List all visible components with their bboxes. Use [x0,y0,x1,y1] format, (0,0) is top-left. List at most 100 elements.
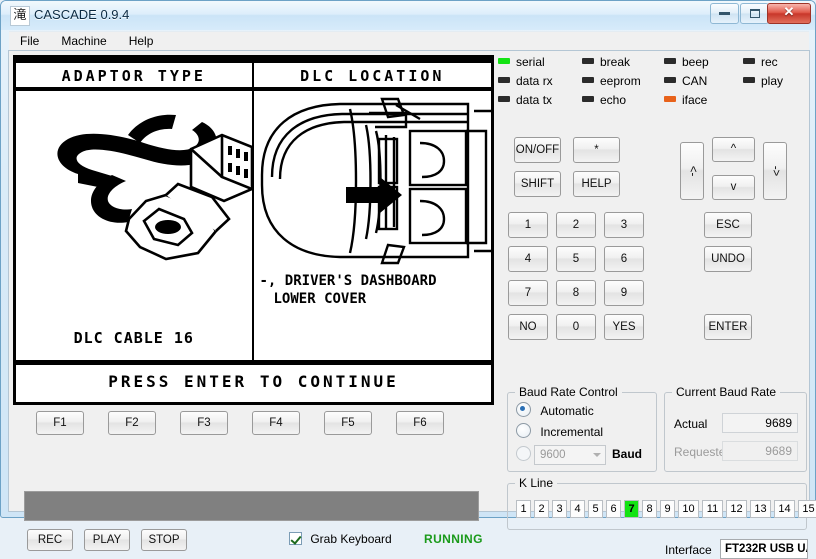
key-4[interactable]: 4 [508,246,548,272]
menu-item-file[interactable]: File [9,32,50,50]
k-line-cell-15[interactable]: 15 [798,500,816,518]
led-eeprom: eeprom [582,74,641,88]
f5-button[interactable]: F5 [324,411,372,435]
key-6[interactable]: 6 [604,246,644,272]
key-0[interactable]: 0 [556,314,596,340]
grab-keyboard-checkbox[interactable]: Grab Keyboard [289,532,392,546]
key-5[interactable]: 5 [556,246,596,272]
f1-button[interactable]: F1 [36,411,84,435]
lcd-panel-dlc-location: DLC LOCATION -, DRIVER'S DASHBOARD LOWER… [253,58,491,402]
grab-keyboard-checkbox-box[interactable] [289,532,302,545]
car-interior-diagram-svg [260,97,491,265]
f3-button[interactable]: F3 [180,411,228,435]
yes-button[interactable]: YES [604,314,644,340]
led-rec: rec [743,55,778,69]
k-line-legend: K Line [515,476,558,490]
arrow-down-button[interactable]: v [712,175,755,200]
led-beep: beep [664,55,709,69]
dlc-location-line1: -, DRIVER'S DASHBOARD [259,273,437,289]
menu-item-machine[interactable]: Machine [50,32,117,50]
led-play-label: play [761,74,784,88]
led-break-indicator [582,58,594,64]
led-data-tx-label: data tx [516,93,553,107]
k-line-cell-2[interactable]: 2 [534,500,549,518]
k-line-cell-9[interactable]: 9 [660,500,675,518]
led-data-rx-indicator [498,77,510,83]
actual-label: Actual [674,417,708,431]
baud-rate-select[interactable]: 9600 [534,445,606,465]
radio-incremental[interactable]: Incremental [516,423,603,439]
radio-incremental-dot[interactable] [516,423,531,438]
client-area: ADAPTOR TYPE DLC CABLE 16 DLC LOCATION -… [8,50,816,559]
radio-manual-dot[interactable] [516,446,531,461]
enter-button[interactable]: ENTER [704,314,752,340]
key-9[interactable]: 9 [604,280,644,306]
k-line-cell-1[interactable]: 1 [516,500,531,518]
arrow-left-label: <- [685,165,698,177]
k-line-cell-7[interactable]: 7 [624,500,639,518]
k-line-cell-6[interactable]: 6 [606,500,621,518]
led-eeprom-indicator [582,77,594,83]
title-bar: 滝 CASCADE 0.9.4 ✕ [1,1,815,30]
k-line-cell-10[interactable]: 10 [678,500,699,518]
key-2[interactable]: 2 [556,212,596,238]
led-iface: iface [664,93,707,107]
menu-bar: File Machine Help [9,31,809,51]
stop-button[interactable]: STOP [141,529,187,551]
shift-button[interactable]: SHIFT [514,171,561,197]
lcd-panel-adaptor-type: ADAPTOR TYPE DLC CABLE 16 [16,58,254,402]
key-7[interactable]: 7 [508,280,548,306]
arrow-right-label: -> [768,165,781,177]
interface-value: FT232R USB UART [720,539,808,559]
led-play-indicator [743,77,755,83]
radio-automatic-dot[interactable] [516,402,531,417]
k-line-cell-11[interactable]: 11 [702,500,723,518]
rec-button[interactable]: REC [27,529,73,551]
close-button[interactable]: ✕ [767,3,811,24]
minimize-icon [711,9,738,19]
chevron-down-icon [593,453,601,457]
f2-button[interactable]: F2 [108,411,156,435]
k-line-cell-3[interactable]: 3 [552,500,567,518]
led-rec-indicator [743,58,755,64]
maximize-button[interactable] [740,3,769,24]
esc-button[interactable]: ESC [704,212,752,238]
key-8[interactable]: 8 [556,280,596,306]
led-serial: serial [498,55,545,69]
arrow-up-button[interactable]: ^ [712,137,755,162]
led-iface-label: iface [682,93,708,107]
menu-item-help[interactable]: Help [118,32,165,50]
k-line-cell-13[interactable]: 13 [750,500,771,518]
k-line-cell-4[interactable]: 4 [570,500,585,518]
f4-button[interactable]: F4 [252,411,300,435]
minimize-button[interactable] [710,3,739,24]
star-button[interactable]: * [573,137,620,163]
key-3[interactable]: 3 [604,212,644,238]
dlc-cable-illustration-svg [57,114,252,261]
key-1[interactable]: 1 [508,212,548,238]
dlc-location-header: DLC LOCATION [253,58,491,91]
led-can-label: CAN [682,74,708,88]
radio-incremental-label: Incremental [540,425,604,439]
no-button[interactable]: NO [508,314,548,340]
arrow-left-button[interactable]: <- [680,142,704,200]
k-line-cell-8[interactable]: 8 [642,500,657,518]
k-line-group: K Line 1 2 3 4 5 6 7 8 9 10 11 12 13 14 … [507,476,816,530]
k-line-cell-14[interactable]: 14 [774,500,795,518]
dlc-location-body: -, DRIVER'S DASHBOARD LOWER COVER [254,91,491,354]
led-data-tx: data tx [498,93,552,107]
onoff-button[interactable]: ON/OFF [514,137,561,163]
undo-button[interactable]: UNDO [704,246,752,272]
window-title: CASCADE 0.9.4 [34,7,130,22]
f6-button[interactable]: F6 [396,411,444,435]
k-line-cell-5[interactable]: 5 [588,500,603,518]
baud-rate-control-legend: Baud Rate Control [515,385,622,399]
arrow-right-button[interactable]: -> [763,142,787,200]
k-line-cell-12[interactable]: 12 [726,500,747,518]
led-echo-label: echo [600,93,627,107]
radio-manual[interactable] [516,446,531,462]
radio-automatic[interactable]: Automatic [516,402,594,418]
help-button[interactable]: HELP [573,171,620,197]
play-button[interactable]: PLAY [84,529,130,551]
grab-keyboard-label: Grab Keyboard [310,532,392,546]
